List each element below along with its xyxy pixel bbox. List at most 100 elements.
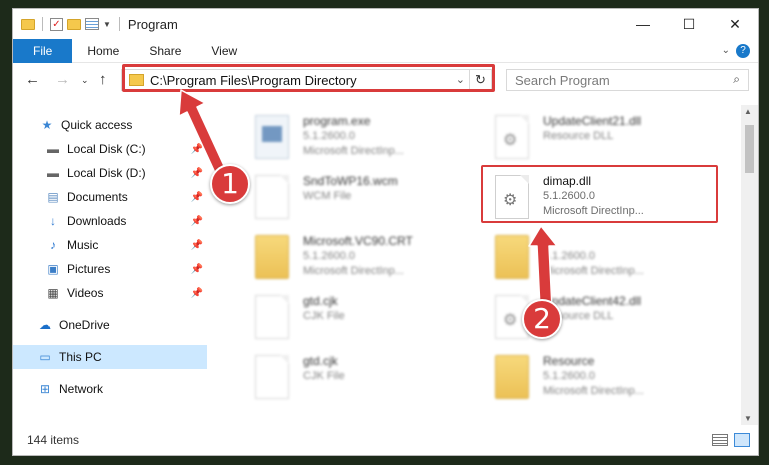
status-bar: 144 items: [13, 427, 758, 455]
file-item-resource[interactable]: Resource 5.1.2600.0 Microsoft DirectInp.…: [485, 349, 725, 405]
dll-file-highlight: [481, 165, 718, 223]
file-item-program-exe[interactable]: program.exe 5.1.2600.0 Microsoft DirectI…: [245, 109, 485, 165]
file-type: CJK File: [303, 310, 345, 322]
file-item-sndtowp16[interactable]: SndToWP16.wcm WCM File: [245, 169, 485, 225]
file-item-updateclient42[interactable]: ⚙ UpdateClient42.dll Resource DLL: [485, 289, 725, 345]
sidebar-item-videos[interactable]: ▦ Videos 📌: [13, 281, 207, 305]
pin-icon: 📌: [190, 215, 203, 227]
pin-icon: 📌: [190, 239, 203, 251]
toolbar-separator: [42, 17, 43, 31]
file-name: Resource: [543, 354, 595, 368]
window-title: Program: [127, 16, 178, 32]
expand-ribbon-icon[interactable]: ⌄: [722, 45, 730, 56]
back-button[interactable]: ←: [25, 71, 40, 88]
vertical-scrollbar[interactable]: ▲ ▼: [741, 105, 758, 425]
details-view-icon[interactable]: [712, 434, 728, 446]
application-icon: [255, 115, 289, 159]
sidebar-item-local-disk-c[interactable]: ▬ Local Disk (C:) 📌: [13, 137, 207, 161]
sidebar-item-network[interactable]: ⊞ Network: [13, 377, 207, 401]
minimize-button[interactable]: —: [620, 9, 666, 39]
folder-icon: [255, 235, 289, 279]
drive-icon: ▬: [47, 142, 59, 156]
window-controls: — ☐ ✕: [620, 9, 758, 39]
sidebar-item-pictures[interactable]: ▣ Pictures 📌: [13, 257, 207, 281]
sidebar-item-local-disk-d[interactable]: ▬ Local Disk (D:) 📌: [13, 161, 207, 185]
scroll-down-icon[interactable]: ▼: [744, 414, 752, 423]
title-separator: [118, 17, 120, 31]
computer-icon: ▭: [39, 350, 51, 364]
file-type: Resource DLL: [543, 130, 614, 142]
search-icon[interactable]: ⌕: [733, 72, 740, 87]
properties-check-icon[interactable]: ✓: [50, 17, 63, 31]
file-item-gtd-cjk-2[interactable]: gtd.cjk CJK File: [245, 349, 485, 405]
search-input[interactable]: Search Program ⌕: [506, 69, 749, 91]
tab-view[interactable]: View: [196, 39, 252, 63]
sidebar-item-onedrive[interactable]: ☁ OneDrive: [13, 313, 207, 337]
file-item-gtd-cjk[interactable]: gtd.cjk CJK File: [245, 289, 485, 345]
recent-locations-icon[interactable]: ⌄: [81, 75, 89, 86]
tab-file[interactable]: File: [13, 38, 73, 63]
sidebar-item-label: Pictures: [67, 262, 111, 276]
document-icon: [255, 295, 289, 339]
scroll-up-icon[interactable]: ▲: [744, 107, 752, 116]
step-2-badge: 2: [522, 299, 562, 339]
network-icon: ⊞: [39, 382, 51, 396]
forward-button[interactable]: →: [55, 71, 70, 88]
navigation-pane: ★ Quick access ▬ Local Disk (C:) 📌 ▬ Loc…: [13, 105, 209, 417]
star-icon: ★: [41, 118, 53, 132]
help-icon[interactable]: ?: [736, 43, 750, 58]
tab-share[interactable]: Share: [134, 39, 196, 63]
tab-home[interactable]: Home: [72, 39, 134, 63]
file-item-microsoft-vc90-crt[interactable]: Microsoft.VC90.CRT 5.1.2600.0 Microsoft …: [245, 229, 485, 285]
sidebar-item-label: Local Disk (C:): [67, 142, 146, 156]
file-name: Microsoft.VC90.CRT: [303, 234, 413, 248]
large-icons-view-icon[interactable]: [734, 433, 750, 447]
sidebar-item-quick-access[interactable]: ★ Quick access: [13, 113, 207, 137]
pictures-icon: ▣: [47, 262, 59, 276]
document-icon: [255, 175, 289, 219]
scroll-thumb[interactable]: [745, 125, 754, 173]
folder-icon: [21, 18, 35, 30]
file-version: 5.1.2600.0: [543, 370, 595, 382]
sidebar-item-documents[interactable]: ▤ Documents 📌: [13, 185, 207, 209]
file-type: WCM File: [303, 190, 352, 202]
sidebar-item-label: Music: [67, 238, 99, 252]
sidebar-item-this-pc[interactable]: ▭ This PC: [13, 345, 207, 369]
file-name: SndToWP16.wcm: [303, 174, 398, 188]
file-type: CJK File: [303, 370, 345, 382]
close-button[interactable]: ✕: [712, 9, 758, 39]
file-description: Microsoft DirectInp...: [543, 265, 644, 277]
sidebar-item-music[interactable]: ♪ Music 📌: [13, 233, 207, 257]
file-name: UpdateClient21.dll: [543, 114, 642, 128]
item-count: 144 items: [27, 433, 80, 447]
file-description: Microsoft DirectInp...: [543, 385, 644, 397]
up-button[interactable]: ↑: [99, 71, 107, 88]
file-name: program.exe: [303, 114, 371, 128]
music-icon: ♪: [50, 238, 56, 252]
file-item-updateclient21[interactable]: ⚙ UpdateClient21.dll Resource DLL: [485, 109, 725, 165]
maximize-button[interactable]: ☐: [666, 9, 712, 39]
sidebar-item-label: Local Disk (D:): [67, 166, 146, 180]
customize-dropdown-icon[interactable]: ▼: [103, 20, 111, 29]
file-version: 5.1.2600.0: [543, 250, 595, 262]
properties-icon[interactable]: [85, 18, 99, 30]
download-icon: ↓: [50, 214, 56, 228]
step-1-badge: 1: [210, 164, 250, 204]
title-bar: ✓ ▼ Program — ☐ ✕: [13, 9, 758, 39]
file-item-folder[interactable]: 5.1.2600.0 Microsoft DirectInp...: [485, 229, 725, 285]
file-name: gtd.cjk: [303, 294, 338, 308]
pin-icon: 📌: [190, 263, 203, 275]
pin-icon: 📌: [190, 143, 203, 155]
search-placeholder: Search Program: [515, 73, 610, 88]
folder-icon: [495, 235, 529, 279]
documents-icon: ▤: [47, 190, 59, 204]
sidebar-item-label: Videos: [67, 286, 104, 300]
ribbon-tabs: File Home Share View ⌄ ?: [13, 38, 758, 63]
videos-icon: ▦: [47, 286, 59, 300]
new-folder-icon[interactable]: [67, 18, 81, 30]
file-version: 5.1.2600.0: [303, 130, 355, 142]
sidebar-item-downloads[interactable]: ↓ Downloads 📌: [13, 209, 207, 233]
quick-access-toolbar: ✓ ▼: [21, 17, 111, 31]
sidebar-item-label: Documents: [67, 190, 128, 204]
file-description: Microsoft DirectInp...: [303, 145, 404, 157]
